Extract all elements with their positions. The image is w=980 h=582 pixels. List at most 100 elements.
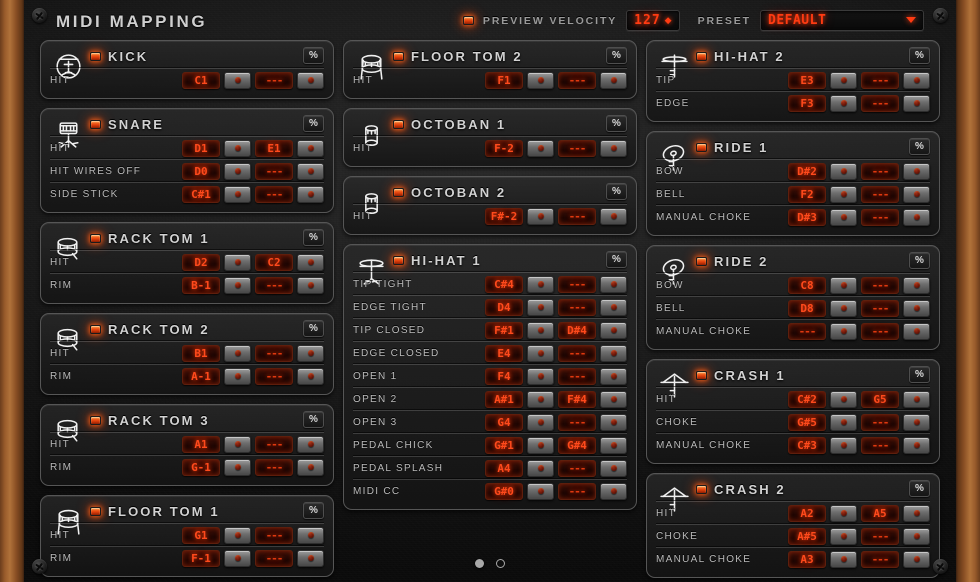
midi-learn-button-secondary[interactable] [600,322,627,339]
midi-learn-button-secondary[interactable] [297,254,324,271]
note-value-secondary[interactable]: --- [558,414,596,431]
midi-learn-button-secondary[interactable] [600,483,627,500]
midi-learn-button-secondary[interactable] [297,345,324,362]
midi-learn-button-secondary[interactable] [903,186,930,203]
midi-learn-button-secondary[interactable] [903,163,930,180]
midi-learn-button-primary[interactable] [224,527,251,544]
note-value-primary[interactable]: A2 [788,505,826,522]
note-value-primary[interactable]: A-1 [182,368,220,385]
note-value-secondary[interactable]: --- [558,140,596,157]
instrument-percent-button[interactable]: % [606,183,627,200]
midi-learn-button-primary[interactable] [527,345,554,362]
instrument-led-icon[interactable] [90,52,101,61]
midi-learn-button-secondary[interactable] [297,368,324,385]
note-value-primary[interactable]: D0 [182,163,220,180]
note-value-secondary[interactable]: --- [255,527,293,544]
midi-learn-button-secondary[interactable] [903,528,930,545]
note-value-primary[interactable]: D4 [485,299,523,316]
instrument-led-icon[interactable] [696,371,707,380]
midi-learn-button-primary[interactable] [527,368,554,385]
midi-learn-button-secondary[interactable] [600,414,627,431]
midi-learn-button-primary[interactable] [224,163,251,180]
note-value-primary[interactable]: A1 [182,436,220,453]
instrument-percent-button[interactable]: % [606,251,627,268]
note-value-primary[interactable]: B-1 [182,277,220,294]
note-value-primary[interactable]: A#5 [788,528,826,545]
note-value-secondary[interactable]: D#4 [558,322,596,339]
midi-learn-button-secondary[interactable] [600,140,627,157]
midi-learn-button-primary[interactable] [527,460,554,477]
midi-learn-button-primary[interactable] [224,72,251,89]
instrument-percent-button[interactable]: % [606,115,627,132]
midi-learn-button-secondary[interactable] [297,72,324,89]
pagination-dot-2[interactable] [496,559,505,568]
midi-learn-button-secondary[interactable] [903,95,930,112]
midi-learn-button-primary[interactable] [224,277,251,294]
note-value-secondary[interactable]: --- [558,460,596,477]
midi-learn-button-secondary[interactable] [297,163,324,180]
midi-learn-button-primary[interactable] [830,437,857,454]
note-value-primary[interactable]: D#3 [788,209,826,226]
instrument-led-icon[interactable] [393,188,404,197]
note-value-secondary[interactable]: --- [861,186,899,203]
midi-learn-button-primary[interactable] [527,322,554,339]
instrument-percent-button[interactable]: % [909,480,930,497]
note-value-secondary[interactable]: --- [255,186,293,203]
note-value-secondary[interactable]: --- [861,209,899,226]
note-value-secondary[interactable]: --- [558,276,596,293]
instrument-led-icon[interactable] [90,234,101,243]
note-value-secondary[interactable]: --- [558,345,596,362]
instrument-percent-button[interactable]: % [909,47,930,64]
note-value-primary[interactable]: F2 [788,186,826,203]
midi-learn-button-secondary[interactable] [600,460,627,477]
midi-learn-button-secondary[interactable] [600,208,627,225]
midi-learn-button-primary[interactable] [527,437,554,454]
note-value-primary[interactable]: G-1 [182,459,220,476]
midi-learn-button-primary[interactable] [830,95,857,112]
midi-learn-button-primary[interactable] [830,163,857,180]
pagination-dot-1[interactable] [475,559,484,568]
midi-learn-button-secondary[interactable] [600,345,627,362]
midi-learn-button-secondary[interactable] [297,186,324,203]
note-value-secondary[interactable]: --- [861,528,899,545]
note-value-primary[interactable]: F-2 [485,140,523,157]
midi-learn-button-secondary[interactable] [903,505,930,522]
instrument-percent-button[interactable]: % [909,366,930,383]
note-value-secondary[interactable]: --- [558,483,596,500]
chevron-down-icon[interactable] [906,17,916,23]
note-value-primary[interactable]: F1 [485,72,523,89]
midi-learn-button-primary[interactable] [527,414,554,431]
note-value-secondary[interactable]: --- [255,368,293,385]
note-value-primary[interactable]: G1 [182,527,220,544]
midi-learn-button-primary[interactable] [830,505,857,522]
note-value-primary[interactable]: D#2 [788,163,826,180]
midi-learn-button-secondary[interactable] [600,368,627,385]
note-value-secondary[interactable]: A5 [861,505,899,522]
midi-learn-button-primary[interactable] [224,436,251,453]
midi-learn-button-primary[interactable] [224,140,251,157]
instrument-led-icon[interactable] [90,416,101,425]
note-value-primary[interactable]: F3 [788,95,826,112]
instrument-percent-button[interactable]: % [303,320,324,337]
note-value-primary[interactable]: F#-2 [485,208,523,225]
midi-learn-button-secondary[interactable] [600,276,627,293]
note-value-secondary[interactable]: --- [861,414,899,431]
midi-learn-button-secondary[interactable] [297,459,324,476]
midi-learn-button-secondary[interactable] [903,437,930,454]
note-value-primary[interactable]: D8 [788,300,826,317]
instrument-led-icon[interactable] [393,120,404,129]
instrument-led-icon[interactable] [393,256,404,265]
midi-learn-button-primary[interactable] [830,72,857,89]
note-value-primary[interactable]: C#1 [182,186,220,203]
instrument-percent-button[interactable]: % [606,47,627,64]
note-value-secondary[interactable]: --- [558,208,596,225]
midi-learn-button-secondary[interactable] [903,209,930,226]
midi-learn-button-primary[interactable] [830,300,857,317]
midi-learn-button-primary[interactable] [527,72,554,89]
note-value-secondary[interactable]: F#4 [558,391,596,408]
note-value-primary[interactable]: C8 [788,277,826,294]
note-value-secondary[interactable]: --- [255,459,293,476]
note-value-secondary[interactable]: --- [558,299,596,316]
note-value-primary[interactable]: A4 [485,460,523,477]
midi-learn-button-secondary[interactable] [297,277,324,294]
